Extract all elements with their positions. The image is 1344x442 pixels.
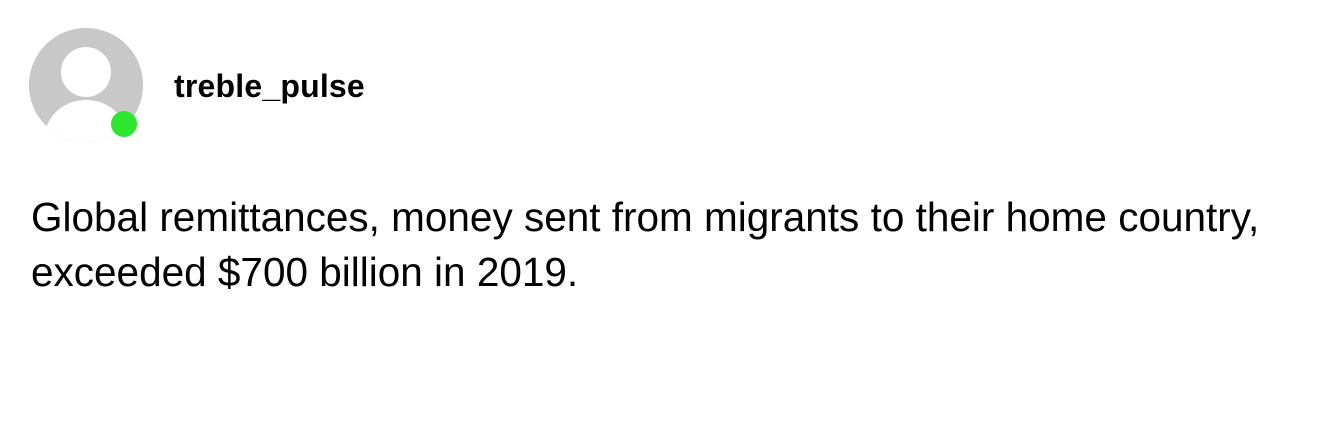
author-username[interactable]: treble_pulse [174,66,365,106]
post-body-text: Global remittances, money sent from migr… [31,194,1260,295]
author-avatar[interactable] [29,28,143,142]
social-post: treble_pulse Global remittances, money s… [0,0,1344,442]
online-status-indicator [111,111,137,137]
